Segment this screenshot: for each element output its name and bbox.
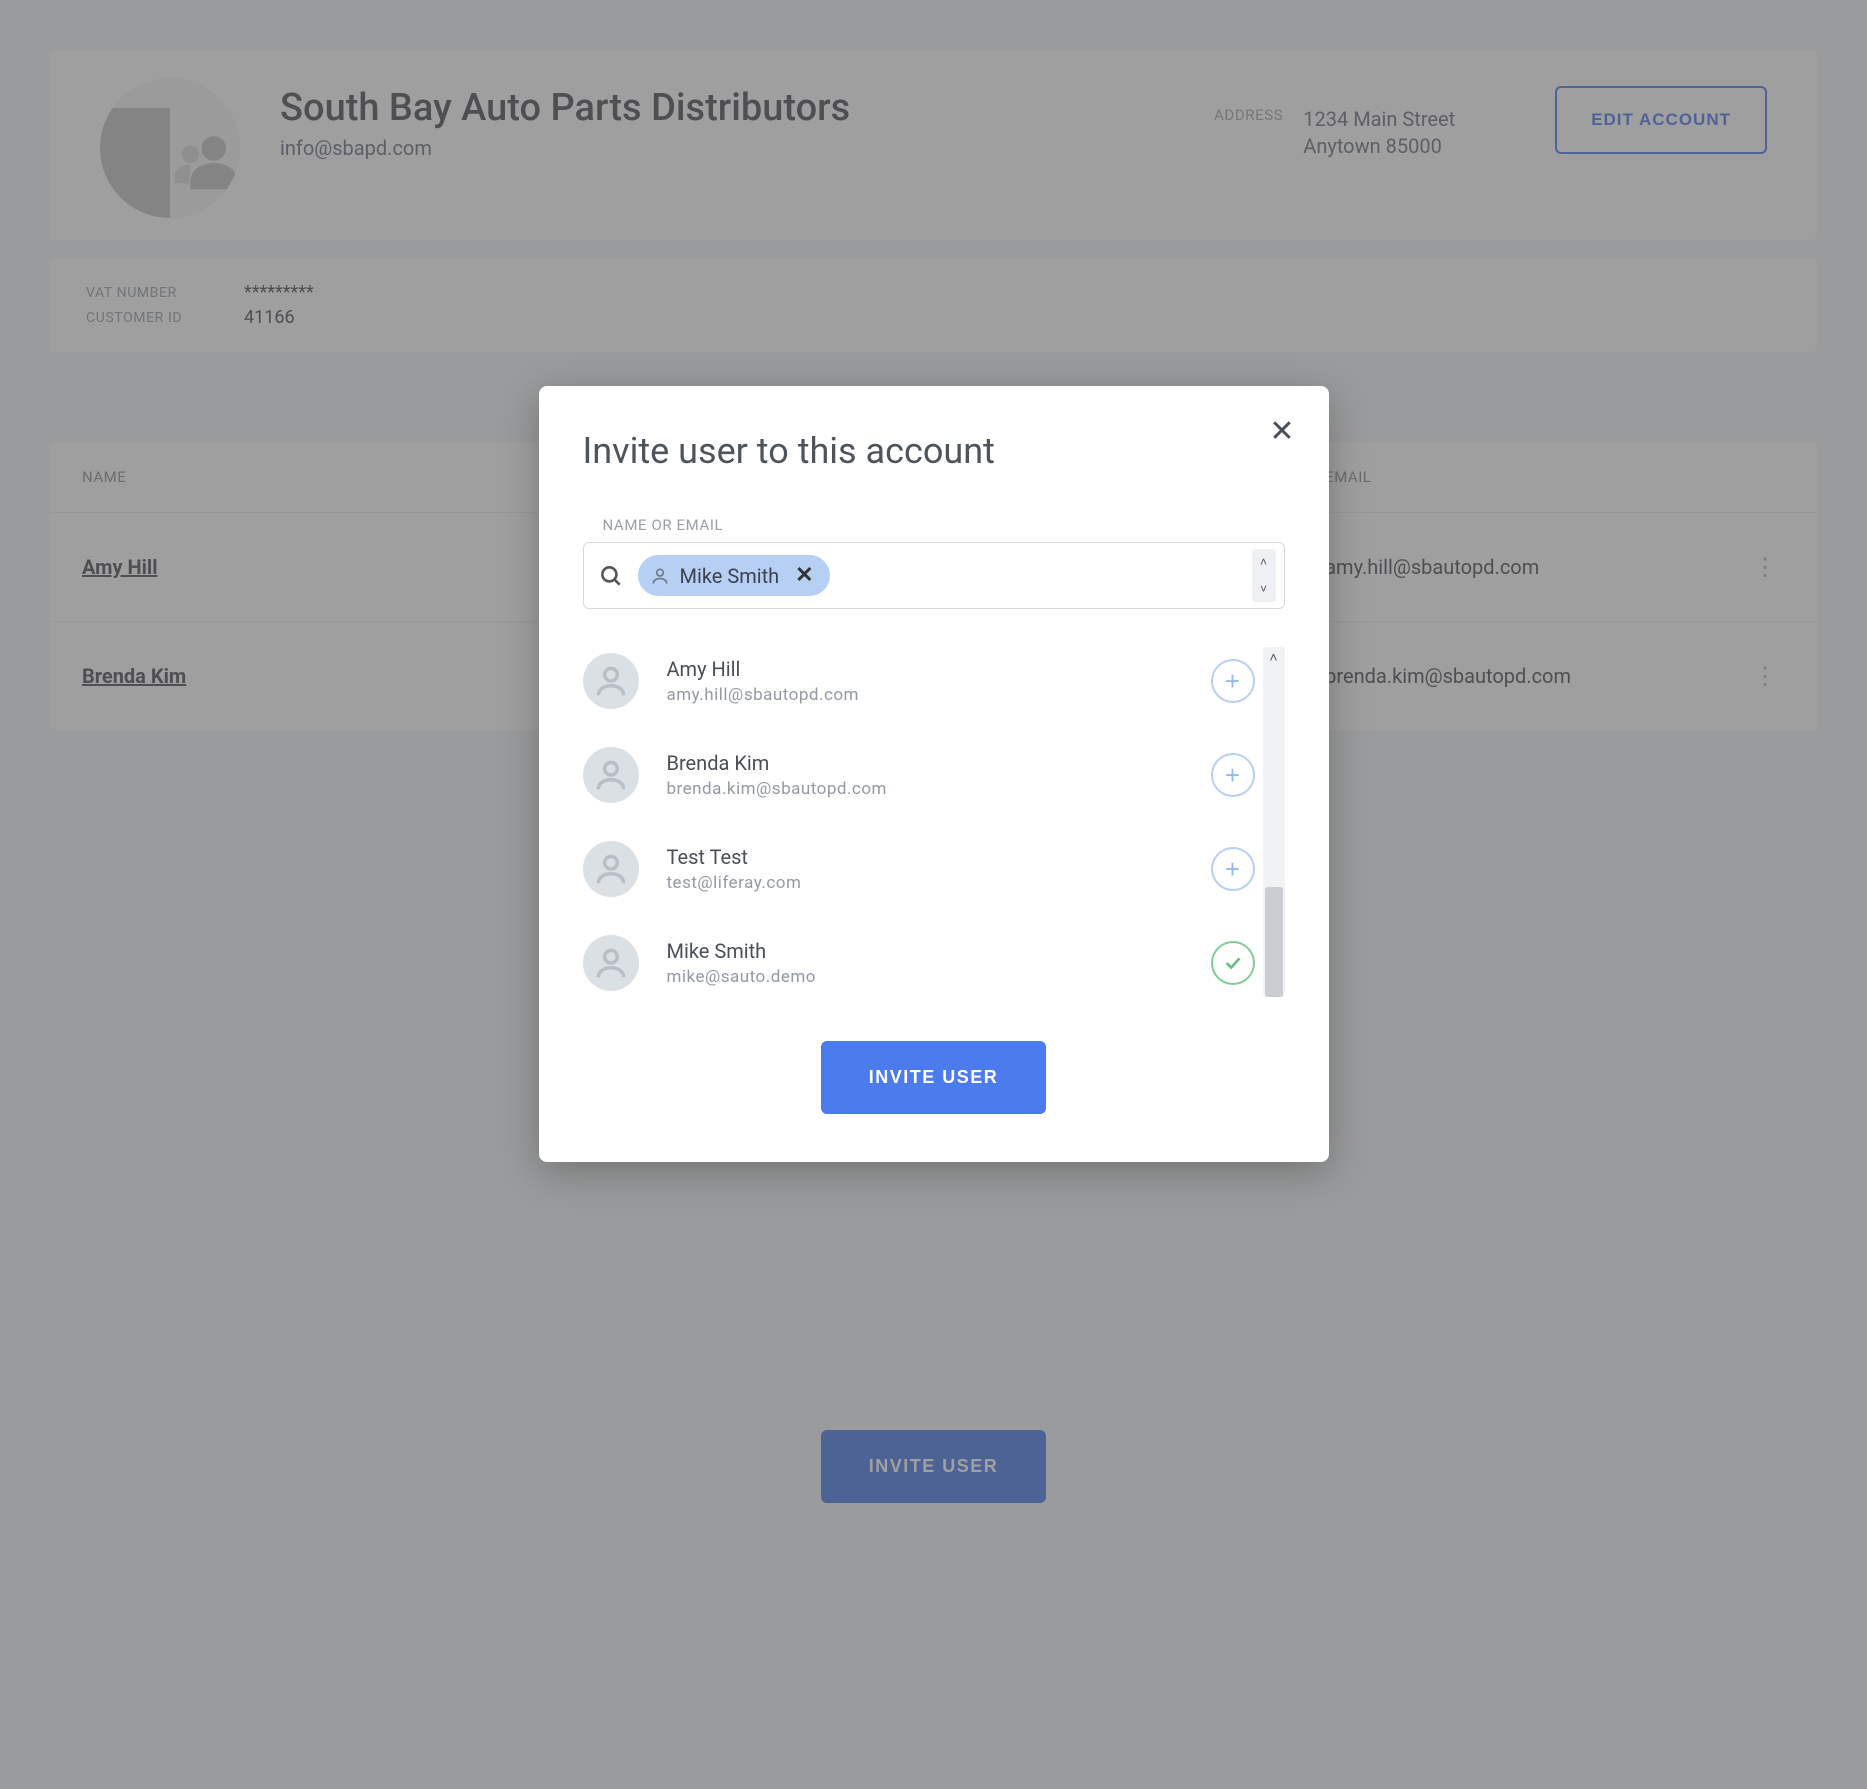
user-name: Amy Hill: [667, 657, 859, 681]
modal-title: Invite user to this account: [583, 430, 1285, 472]
search-field-label: NAME OR EMAIL: [603, 516, 1285, 534]
invite-user-modal: ✕ Invite user to this account NAME OR EM…: [539, 386, 1329, 1162]
user-name: Test Test: [667, 845, 802, 869]
user-name: Brenda Kim: [667, 751, 887, 775]
search-field[interactable]: Mike Smith ✕ | ˄ ˅: [583, 542, 1285, 609]
spinner-up-icon[interactable]: ˄: [1252, 549, 1276, 576]
search-icon: [598, 563, 624, 589]
list-item: Brenda Kim brenda.kim@sbautopd.com +: [583, 747, 1255, 803]
list-item: Test Test test@liferay.com +: [583, 841, 1255, 897]
scrollbar[interactable]: ˄ ˅: [1263, 647, 1285, 997]
scroll-up-icon[interactable]: ˄: [1269, 647, 1277, 668]
add-user-button[interactable]: +: [1211, 753, 1255, 797]
number-spinner: ˄ ˅: [1252, 549, 1276, 602]
avatar: [583, 653, 639, 709]
scroll-thumb[interactable]: [1265, 887, 1283, 997]
person-icon: [650, 566, 670, 586]
user-name: Mike Smith: [667, 939, 816, 963]
user-email: amy.hill@sbautopd.com: [667, 685, 859, 705]
avatar: [583, 935, 639, 991]
user-selected-icon[interactable]: [1211, 941, 1255, 985]
selected-user-chip: Mike Smith ✕: [638, 555, 830, 596]
user-email: mike@sauto.demo: [667, 967, 816, 987]
list-item: Mike Smith mike@sauto.demo: [583, 935, 1255, 991]
spinner-down-icon[interactable]: ˅: [1252, 576, 1276, 603]
avatar: [583, 747, 639, 803]
list-item: Amy Hill amy.hill@sbautopd.com +: [583, 653, 1255, 709]
add-user-button[interactable]: +: [1211, 659, 1255, 703]
chip-label: Mike Smith: [680, 564, 780, 588]
user-results-list: ˄ ˅ Amy Hill amy.hill@sbautopd.com + Bre…: [583, 653, 1285, 991]
user-email: brenda.kim@sbautopd.com: [667, 779, 887, 799]
avatar: [583, 841, 639, 897]
add-user-button[interactable]: +: [1211, 847, 1255, 891]
invite-user-submit-button[interactable]: INVITE USER: [821, 1041, 1047, 1114]
search-input[interactable]: [844, 564, 1258, 587]
user-email: test@liferay.com: [667, 873, 802, 893]
chip-remove-icon[interactable]: ✕: [795, 563, 813, 588]
close-icon[interactable]: ✕: [1269, 414, 1294, 449]
